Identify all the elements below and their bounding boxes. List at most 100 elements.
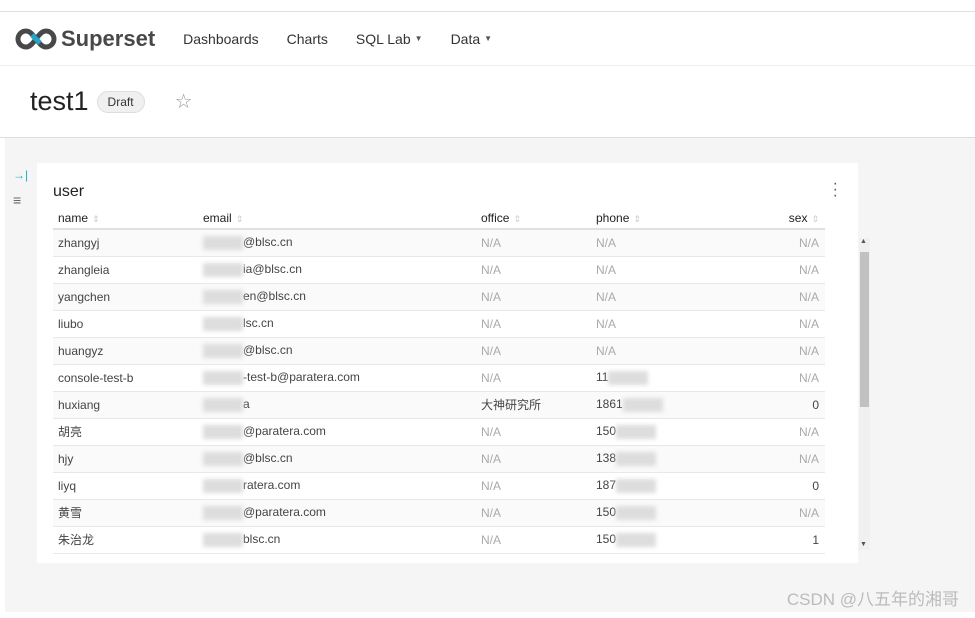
column-header-email[interactable]: email ⇕ bbox=[198, 207, 476, 230]
redacted-mask bbox=[616, 478, 657, 493]
superset-logo[interactable]: Superset bbox=[15, 26, 155, 52]
cell-text: @blsc.cn bbox=[243, 451, 293, 466]
redacted-mask bbox=[203, 451, 243, 466]
table-row: 黄雪 @paratera.com N/A 150 N/A bbox=[53, 499, 825, 527]
cell-text: N/A bbox=[481, 316, 502, 331]
watermark: CSDN @八五年的湘哥 bbox=[786, 590, 959, 609]
cell-text: ia@blsc.cn bbox=[243, 262, 302, 277]
scrollbar[interactable]: ▲ ▼ bbox=[859, 238, 870, 550]
cell-phone: 150 bbox=[591, 526, 761, 554]
cell-text: 150 bbox=[596, 424, 617, 439]
cell-name: 黄雪 bbox=[53, 499, 198, 527]
cell-text: N/A bbox=[798, 262, 819, 277]
caret-down-icon: ▼ bbox=[484, 34, 493, 43]
cell-phone: 1861 bbox=[591, 391, 761, 419]
cell-text: N/A bbox=[596, 316, 617, 331]
cell-text: @paratera.com bbox=[243, 424, 326, 439]
cell-text: zhangleia bbox=[58, 262, 110, 277]
column-header-phone[interactable]: phone ⇕ bbox=[591, 207, 761, 230]
redacted-mask bbox=[203, 316, 243, 331]
cell-text: blsc.cn bbox=[243, 532, 281, 547]
cell-email: ia@blsc.cn bbox=[198, 256, 476, 284]
cell-text: N/A bbox=[798, 316, 819, 331]
column-label: sex bbox=[788, 210, 808, 225]
expand-icon[interactable]: →| bbox=[13, 168, 28, 182]
cell-text: N/A bbox=[596, 289, 617, 304]
nav-sql-lab[interactable]: SQL Lab ▼ bbox=[356, 31, 423, 47]
cell-text: N/A bbox=[481, 478, 502, 493]
cell-phone: N/A bbox=[591, 256, 761, 284]
cell-sex: N/A bbox=[761, 337, 825, 365]
cell-name: yangchen bbox=[53, 283, 198, 311]
cell-email: ratera.com bbox=[198, 472, 476, 500]
cell-text: 1 bbox=[812, 532, 819, 547]
redacted-mask bbox=[616, 424, 657, 439]
cell-email: a bbox=[198, 391, 476, 419]
star-icon[interactable]: ☆ bbox=[175, 89, 193, 114]
column-header-office[interactable]: office ⇕ bbox=[476, 207, 591, 230]
sort-icon[interactable]: ⇕ bbox=[811, 214, 819, 224]
cell-text: N/A bbox=[481, 532, 502, 547]
cell-sex: 1 bbox=[761, 526, 825, 554]
sort-icon[interactable]: ⇕ bbox=[513, 214, 521, 224]
cell-text: 1861 bbox=[596, 397, 623, 412]
redacted-mask bbox=[203, 532, 243, 547]
cell-name: zhangleia bbox=[53, 256, 198, 284]
cell-phone: 138 bbox=[591, 445, 761, 473]
nav-label: Charts bbox=[286, 30, 328, 47]
cell-text: N/A bbox=[596, 262, 617, 277]
cell-phone: N/A bbox=[591, 337, 761, 365]
cell-sex: N/A bbox=[761, 310, 825, 338]
column-header-sex[interactable]: sex ⇕ bbox=[761, 207, 825, 230]
data-table: name ⇕ email ⇕ office ⇕ phone ⇕ sex ⇕ zhangyj @bls… bbox=[53, 207, 825, 554]
cell-text: 黄雪 bbox=[58, 506, 83, 520]
browser-bookmarks-strip bbox=[0, 0, 975, 12]
nav-label: SQL Lab bbox=[355, 30, 411, 47]
table-row: hjy @blsc.cn N/A 138 N/A bbox=[53, 445, 825, 473]
cell-sex: 0 bbox=[761, 472, 825, 500]
nav-dashboards[interactable]: Dashboards bbox=[183, 31, 259, 47]
cell-sex: 0 bbox=[761, 391, 825, 419]
cell-text: 150 bbox=[596, 532, 617, 547]
sort-icon[interactable]: ⇕ bbox=[92, 214, 100, 224]
cell-name: huxiang bbox=[53, 391, 198, 419]
nav-charts[interactable]: Charts bbox=[287, 31, 328, 47]
cell-phone: N/A bbox=[591, 229, 761, 257]
column-label: office bbox=[481, 210, 510, 225]
cell-phone: 150 bbox=[591, 418, 761, 446]
cell-name: 朱治龙 bbox=[53, 526, 198, 554]
cell-email: en@blsc.cn bbox=[198, 283, 476, 311]
redacted-mask bbox=[203, 478, 243, 493]
redacted-mask bbox=[616, 451, 657, 466]
redacted-mask bbox=[203, 505, 243, 520]
cell-name: hjy bbox=[53, 445, 198, 473]
caret-down-icon: ▼ bbox=[414, 34, 423, 43]
cell-text: yangchen bbox=[58, 289, 111, 304]
cell-text: a bbox=[243, 397, 250, 412]
more-options-icon[interactable]: · · · bbox=[833, 176, 838, 204]
dashboard-title[interactable]: test1 bbox=[30, 86, 89, 117]
cell-text: 138 bbox=[596, 451, 617, 466]
scrollbar-thumb[interactable] bbox=[860, 252, 869, 407]
sort-icon[interactable]: ⇕ bbox=[236, 214, 244, 224]
cell-text: N/A bbox=[798, 289, 819, 304]
cell-text: N/A bbox=[481, 505, 502, 520]
cell-phone: N/A bbox=[591, 310, 761, 338]
scroll-up-icon[interactable]: ▲ bbox=[860, 238, 867, 245]
nav-data[interactable]: Data ▼ bbox=[451, 31, 493, 47]
brand-name: Superset bbox=[61, 25, 156, 51]
cell-text: N/A bbox=[596, 343, 617, 358]
cell-email: -test-b@paratera.com bbox=[198, 364, 476, 392]
filter-icon[interactable]: ≡ bbox=[13, 192, 28, 208]
sort-icon[interactable]: ⇕ bbox=[633, 214, 641, 224]
cell-email: @blsc.cn bbox=[198, 337, 476, 365]
cell-office: N/A bbox=[476, 445, 591, 473]
table-row: huangyz @blsc.cn N/A N/A N/A bbox=[53, 337, 825, 365]
column-header-name[interactable]: name ⇕ bbox=[53, 207, 198, 230]
cell-office: N/A bbox=[476, 526, 591, 554]
cell-text: N/A bbox=[798, 505, 819, 520]
redacted-mask bbox=[203, 289, 243, 304]
status-badge[interactable]: Draft bbox=[96, 90, 145, 113]
cell-text: 大神研究所 bbox=[481, 398, 542, 412]
scroll-down-icon[interactable]: ▼ bbox=[860, 541, 867, 548]
